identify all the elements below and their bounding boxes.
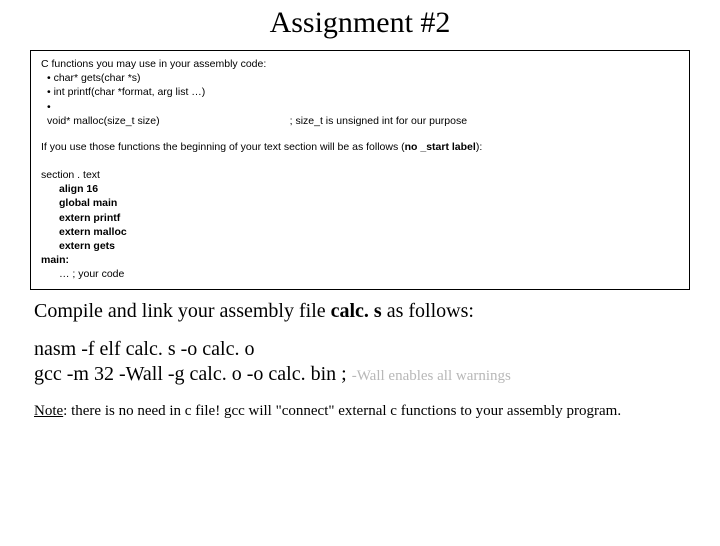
list-item: char* gets(char *s) xyxy=(47,71,679,85)
compile-post: as follows: xyxy=(382,300,474,322)
code-block: section . text align 16 global main exte… xyxy=(41,168,679,281)
functions-box: C functions you may use in your assembly… xyxy=(30,50,690,290)
malloc-comment: ; size_t is unsigned int for our purpose xyxy=(290,114,467,128)
code-line: extern malloc xyxy=(41,225,679,239)
usage-note: If you use those functions the beginning… xyxy=(41,140,679,154)
malloc-sig: void* malloc(size_t size) xyxy=(47,114,160,128)
intro-text: C functions you may use in your assembly… xyxy=(41,57,679,71)
commands: nasm -f elf calc. s -o calc. o gcc -m 32… xyxy=(34,337,686,387)
note-label: Note xyxy=(34,403,63,419)
code-line: main: xyxy=(41,253,679,267)
note-text: : there is no need in c file! gcc will "… xyxy=(63,403,621,419)
list-item: void* malloc(size_t size) ; size_t is un… xyxy=(47,100,679,128)
code-line: global main xyxy=(41,196,679,210)
cmd-gcc-main: gcc -m 32 -Wall -g calc. o -o calc. bin … xyxy=(34,363,352,385)
usage-bold: no _start label xyxy=(405,141,476,153)
compile-pre: Compile and link your assembly file xyxy=(34,300,331,322)
cmd-gcc: gcc -m 32 -Wall -g calc. o -o calc. bin … xyxy=(34,362,686,387)
compile-file: calc. s xyxy=(331,300,382,322)
code-line: align 16 xyxy=(41,182,679,196)
cmd-nasm: nasm -f elf calc. s -o calc. o xyxy=(34,337,686,362)
usage-pre: If you use those functions the beginning… xyxy=(41,141,405,153)
code-line: extern gets xyxy=(41,239,679,253)
page-title: Assignment #2 xyxy=(0,6,720,40)
function-list: char* gets(char *s) int printf(char *for… xyxy=(41,71,679,128)
note: Note: there is no need in c file! gcc wi… xyxy=(34,403,686,420)
compile-instruction: Compile and link your assembly file calc… xyxy=(34,300,686,323)
usage-post: ): xyxy=(476,141,482,153)
code-line: section . text xyxy=(41,168,679,182)
list-item: int printf(char *format, arg list …) xyxy=(47,85,679,99)
code-line: extern printf xyxy=(41,211,679,225)
cmd-gcc-comment: -Wall enables all warnings xyxy=(352,368,511,384)
code-line: … ; your code xyxy=(41,267,679,281)
